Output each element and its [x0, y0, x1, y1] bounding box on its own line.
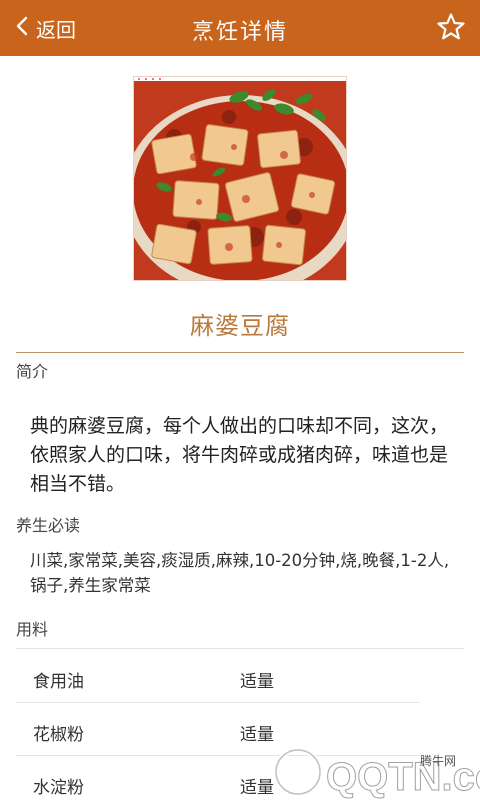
dish-photo	[133, 76, 347, 281]
ingredient-name: 食用油	[33, 672, 84, 692]
watermark-logo: QQTN.com 腾牛网	[268, 738, 480, 800]
title-divider	[16, 352, 464, 353]
star-icon	[436, 13, 466, 46]
top-bar: 返回 烹饪详情	[0, 0, 480, 56]
health-tags: 川菜,家常菜,美容,痰湿质,麻辣,10-20分钟,烧,晚餐,1-2人,锅子,养生…	[30, 551, 450, 595]
ingredients-divider	[16, 648, 464, 649]
health-label: 养生必读	[16, 516, 81, 535]
page-title: 烹饪详情	[191, 20, 288, 45]
ingredients-label: 用料	[16, 620, 49, 639]
dish-name: 麻婆豆腐	[190, 312, 290, 340]
intro-text: 典的麻婆豆腐，每个人做出的口味却不同，这次，依照家人的口味，将牛肉碎或成猪肉碎，…	[30, 415, 449, 495]
ingredient-row: 食用油 适量	[0, 652, 480, 704]
ingredient-name: 水淀粉	[33, 778, 84, 798]
row-divider	[16, 702, 420, 703]
favorite-button[interactable]	[436, 12, 468, 44]
watermark-brand: QQTN.com	[326, 755, 480, 799]
ingredient-amount: 适量	[240, 672, 274, 692]
intro-label: 简介	[16, 362, 49, 381]
watermark-site: 腾牛网	[420, 754, 457, 768]
ingredient-name: 花椒粉	[33, 725, 84, 745]
